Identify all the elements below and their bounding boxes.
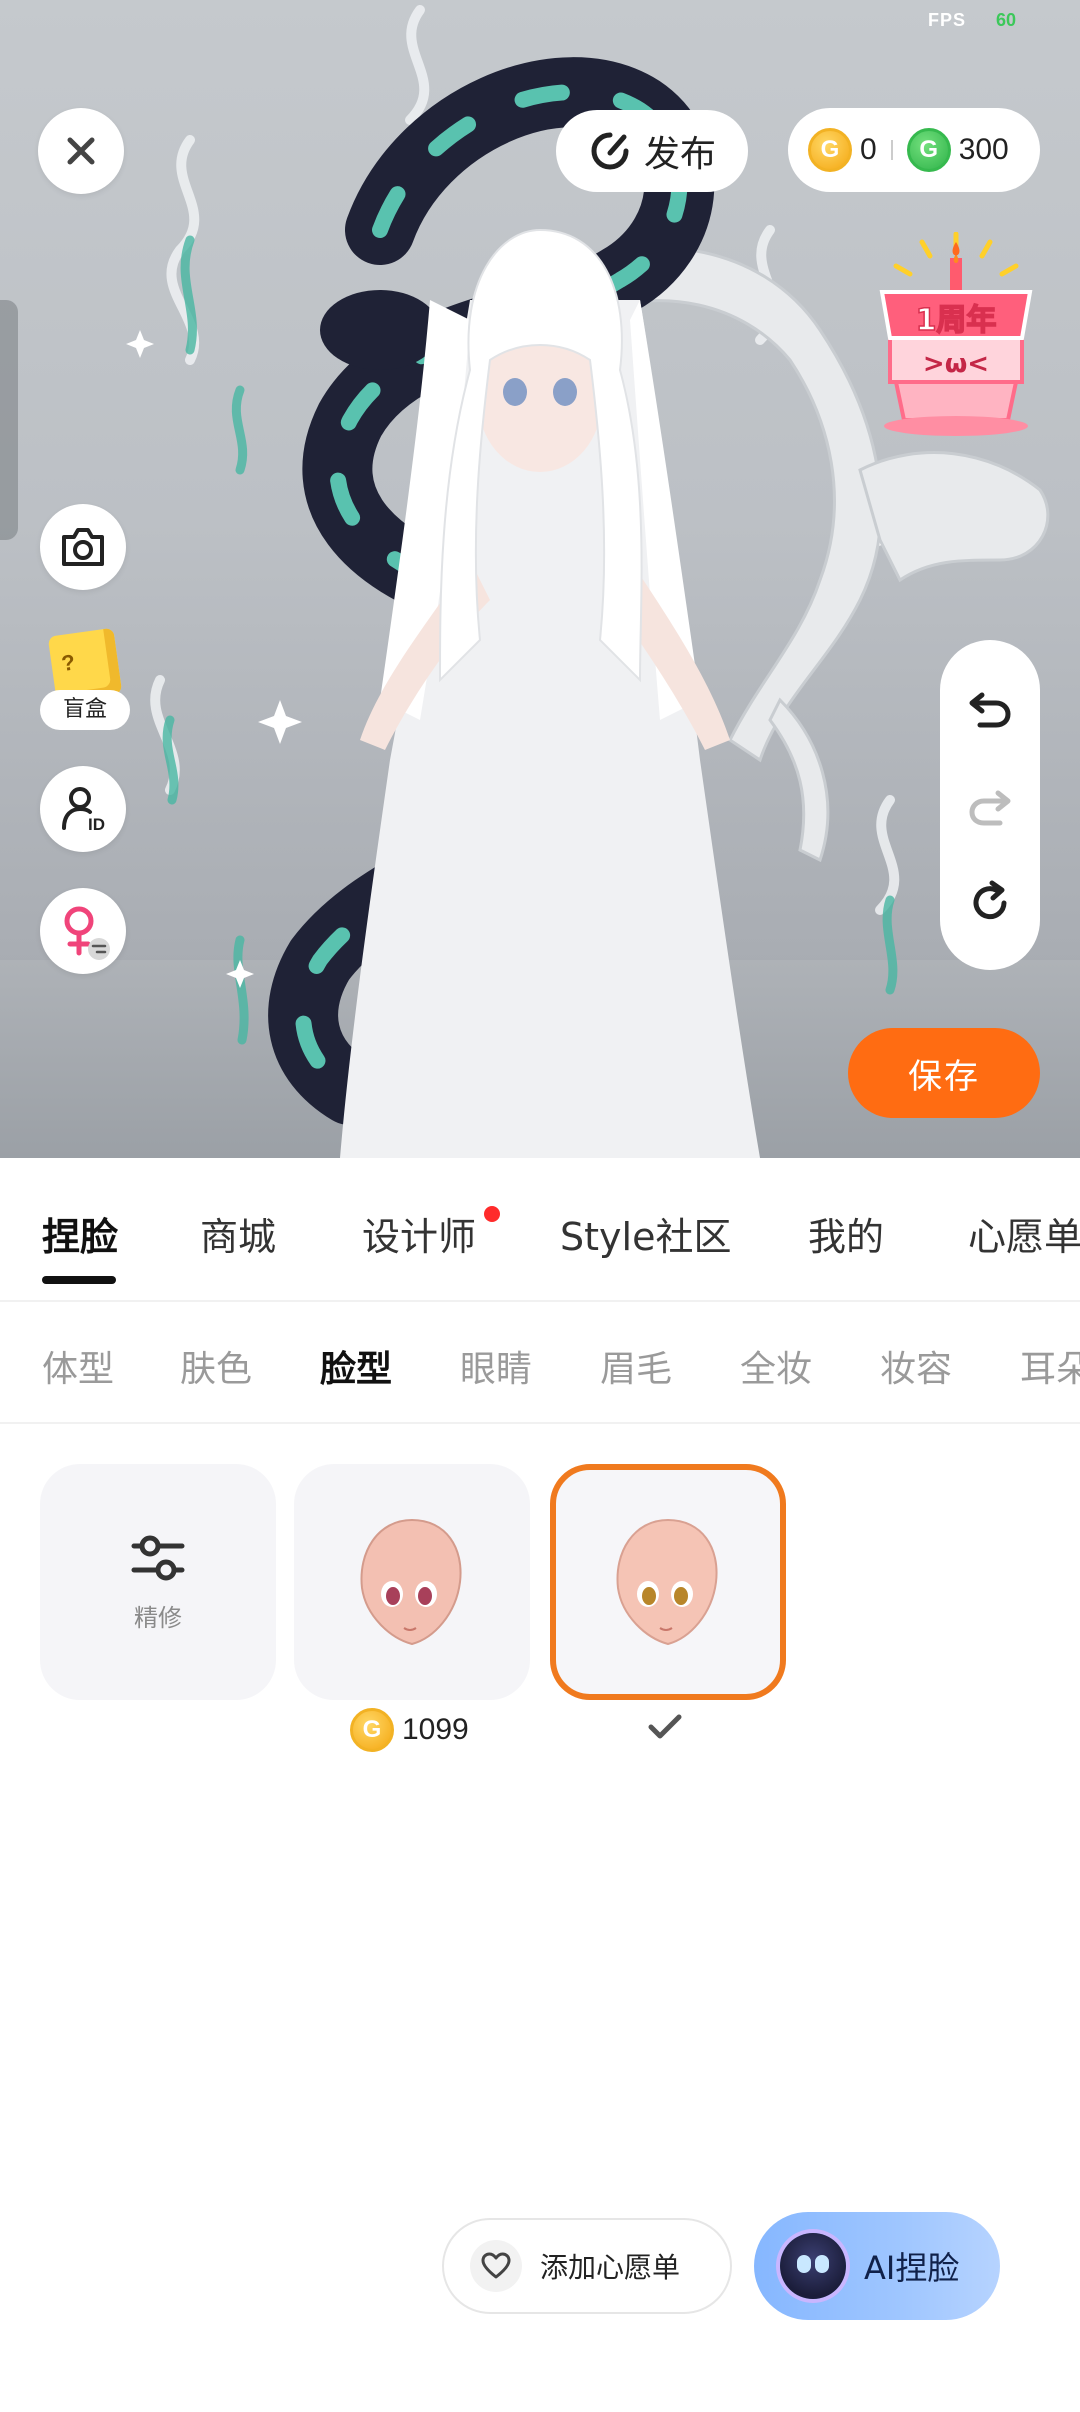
face-model-thumbnail-selected	[616, 1518, 718, 1646]
publish-label: 发布	[643, 134, 716, 175]
subtab-eyes[interactable]: 眼睛	[460, 1340, 532, 1392]
anniversary-badge[interactable]: 1周年 >ω<	[876, 231, 1036, 444]
close-icon	[67, 137, 95, 165]
ai-face-button[interactable]: AI捏脸	[754, 2212, 1000, 2320]
blind-box-label: 盲盒	[40, 690, 130, 730]
refine-label: 精修	[134, 1603, 182, 1632]
badge-face: >ω<	[923, 349, 989, 379]
camera-button[interactable]	[40, 504, 126, 590]
tab-face-sculpt[interactable]: 捏脸	[42, 1206, 118, 1261]
face-model-thumbnail	[360, 1518, 462, 1646]
subtab-eyebrows[interactable]: 眉毛	[600, 1340, 672, 1392]
green-coin-count: 300	[958, 133, 1009, 166]
avatar-scene[interactable]: FPS 60 发布 G 0 G 300 1周年 >ω< ? 盲盒 ID 保存	[0, 0, 1080, 1158]
subtab-skin[interactable]: 肤色	[180, 1340, 252, 1392]
add-wishlist-button[interactable]: 添加心愿单	[442, 2218, 732, 2314]
gold-coin-icon: G	[350, 1708, 394, 1752]
tab-style-community[interactable]: Style社区	[560, 1206, 731, 1261]
redo-icon[interactable]	[966, 781, 1014, 829]
save-button[interactable]: 保存	[848, 1028, 1040, 1118]
currency-balance[interactable]: G 0 G 300	[788, 108, 1040, 192]
heart-icon-wrap	[470, 2240, 522, 2292]
subtab-face-shape[interactable]: 脸型	[320, 1340, 392, 1392]
refine-card[interactable]: 精修	[40, 1464, 276, 1700]
fps-value: 60	[996, 10, 1017, 30]
check-icon	[648, 1714, 682, 1739]
avatar-id-button[interactable]: ID	[40, 766, 126, 852]
tab-wishlist[interactable]: 心愿单	[968, 1206, 1080, 1261]
publish-icon	[591, 132, 629, 170]
gender-switch-button[interactable]	[40, 888, 126, 974]
add-wishlist-label: 添加心愿单	[540, 2251, 681, 2284]
blind-box-button[interactable]: 盲盒	[40, 627, 130, 730]
sliders-icon	[131, 1535, 185, 1580]
green-coin-icon: G	[906, 128, 951, 172]
tab-mall[interactable]: 商城	[200, 1206, 276, 1261]
item-price: G 1099	[350, 1708, 469, 1752]
subtab-ears[interactable]: 耳朵	[1020, 1340, 1080, 1392]
side-drawer-handle[interactable]	[0, 300, 18, 540]
ai-robot-icon	[780, 2233, 846, 2299]
close-button[interactable]	[38, 108, 124, 194]
tab-mine[interactable]: 我的	[808, 1206, 884, 1261]
badge-title: 1周年	[916, 303, 997, 338]
gold-coin-icon: G	[808, 128, 852, 172]
category-tab-bar: 体型 肤色 脸型 眼睛 眉毛 全妆 妆容 耳朵	[0, 1304, 1080, 1424]
cake-icon: 1周年 >ω<	[879, 231, 1033, 436]
publish-button[interactable]: 发布	[556, 110, 748, 192]
customization-panel: 捏脸 商城 设计师 Style社区 我的 心愿单 体型 肤色 脸型 眼睛 眉毛 …	[0, 1158, 1080, 2412]
active-tab-indicator	[42, 1276, 116, 1284]
user-id-icon: ID	[62, 787, 105, 834]
fps-label: FPS	[928, 10, 967, 30]
ai-face-label: AI捏脸	[864, 2249, 960, 2287]
reset-icon[interactable]	[966, 879, 1014, 927]
female-gender-icon	[64, 906, 110, 960]
camera-icon	[62, 528, 104, 566]
subtab-makeup[interactable]: 妆容	[880, 1340, 952, 1392]
undo-icon[interactable]	[966, 683, 1014, 731]
main-tab-bar: 捏脸 商城 设计师 Style社区 我的 心愿单	[0, 1158, 1080, 1302]
tab-designer[interactable]: 设计师	[362, 1206, 476, 1261]
subtab-full-makeup[interactable]: 全妆	[740, 1340, 812, 1392]
price-value: 1099	[402, 1713, 469, 1746]
svg-text:ID: ID	[88, 815, 105, 834]
gold-coin-count: 0	[860, 133, 877, 166]
subtab-body[interactable]: 体型	[42, 1340, 114, 1392]
edit-history-panel	[940, 640, 1040, 970]
face-shape-option-2[interactable]	[550, 1464, 786, 1700]
designer-notification-dot	[484, 1206, 500, 1222]
currency-divider	[890, 140, 893, 160]
heart-icon	[481, 2252, 511, 2279]
face-shape-option-1[interactable]	[294, 1464, 530, 1700]
